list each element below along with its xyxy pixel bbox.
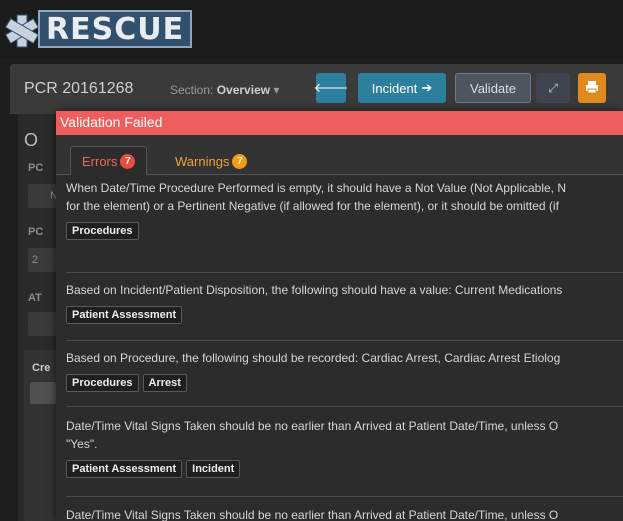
section-dropdown[interactable]: Section: Overview ▾: [170, 83, 279, 97]
expand-icon: ⤢: [548, 80, 558, 95]
error-item: Based on Procedure, the following should…: [66, 341, 623, 407]
incident-button[interactable]: Incident ➔: [358, 73, 446, 103]
form-field-partial[interactable]: [28, 312, 56, 336]
previous-section-button[interactable]: 🡐: [313, 73, 349, 103]
form-heading-partial: O: [24, 130, 39, 150]
crew-heading-partial: Cre: [32, 362, 51, 374]
section-label: Section:: [170, 83, 214, 97]
error-item: Date/Time Vital Signs Taken should be no…: [66, 497, 623, 521]
error-tag[interactable]: Incident: [186, 460, 241, 478]
form-label-partial: PC: [28, 162, 44, 174]
print-icon: [585, 80, 599, 97]
logo-wordmark: RESCUE: [38, 10, 193, 48]
form-field-value-partial: 2: [32, 254, 39, 266]
caret-down-icon: ▾: [273, 83, 280, 97]
validation-modal: Validation Failed Errors 7 Warnings 7 Wh…: [56, 111, 623, 521]
error-item: Date/Time Vital Signs Taken should be no…: [66, 407, 623, 497]
collapse-toggle-partial[interactable]: [30, 382, 56, 404]
form-label-partial: PC: [28, 226, 44, 238]
star-of-life-icon: [2, 11, 42, 49]
crew-panel-partial: [24, 350, 58, 521]
tab-errors-label: Errors: [82, 153, 118, 169]
error-message-line: for the element) or a Pertinent Negative…: [66, 199, 559, 213]
incident-button-label: Incident: [371, 80, 418, 96]
error-item: Based on Incident/Patient Disposition, t…: [66, 273, 623, 341]
logo[interactable]: RESCUE: [2, 10, 193, 50]
error-message-line: Based on Procedure, the following should…: [66, 351, 561, 365]
error-list: When Date/Time Procedure Performed is em…: [56, 175, 623, 521]
validate-button-label: Validate: [469, 80, 516, 96]
error-tag[interactable]: Procedures: [66, 222, 139, 240]
arrow-right-icon: ➔: [421, 80, 433, 95]
modal-title: Validation Failed: [60, 114, 163, 130]
error-tag[interactable]: Patient Assessment: [66, 306, 183, 324]
error-message-line: "Yes".: [66, 437, 98, 451]
validate-button[interactable]: Validate: [455, 73, 531, 103]
error-tag[interactable]: Patient Assessment: [66, 460, 183, 478]
section-value: Overview: [216, 83, 271, 97]
arrow-left-icon: 🡐: [313, 80, 349, 95]
print-button[interactable]: [578, 73, 606, 103]
error-message-line: Date/Time Vital Signs Taken should be no…: [66, 508, 559, 521]
errors-count-badge: 7: [120, 153, 136, 169]
pcr-toolbar: PCR 20161268 Section: Overview ▾ 🡐 Incid…: [10, 64, 623, 114]
error-tag[interactable]: Arrest: [142, 374, 187, 392]
tab-errors[interactable]: Errors 7: [70, 146, 148, 176]
warnings-count-badge: 7: [232, 153, 248, 169]
form-label-partial: AT: [28, 292, 42, 304]
top-bar: RESCUE: [0, 0, 623, 58]
pcr-title: PCR 20161268: [24, 80, 134, 97]
validation-tabs: Errors 7 Warnings 7: [56, 135, 623, 176]
error-message-line: When Date/Time Procedure Performed is em…: [66, 181, 567, 195]
modal-header: Validation Failed: [56, 111, 623, 135]
logo-text: RESCUE: [46, 11, 185, 47]
expand-button[interactable]: ⤢: [536, 73, 570, 103]
tab-warnings[interactable]: Warnings 7: [164, 146, 258, 176]
error-message-line: Date/Time Vital Signs Taken should be no…: [66, 419, 559, 433]
error-message-line: Based on Incident/Patient Disposition, t…: [66, 283, 563, 297]
tab-warnings-label: Warnings: [175, 153, 230, 169]
error-tag[interactable]: Procedures: [66, 374, 139, 392]
error-item: When Date/Time Procedure Performed is em…: [66, 175, 623, 273]
